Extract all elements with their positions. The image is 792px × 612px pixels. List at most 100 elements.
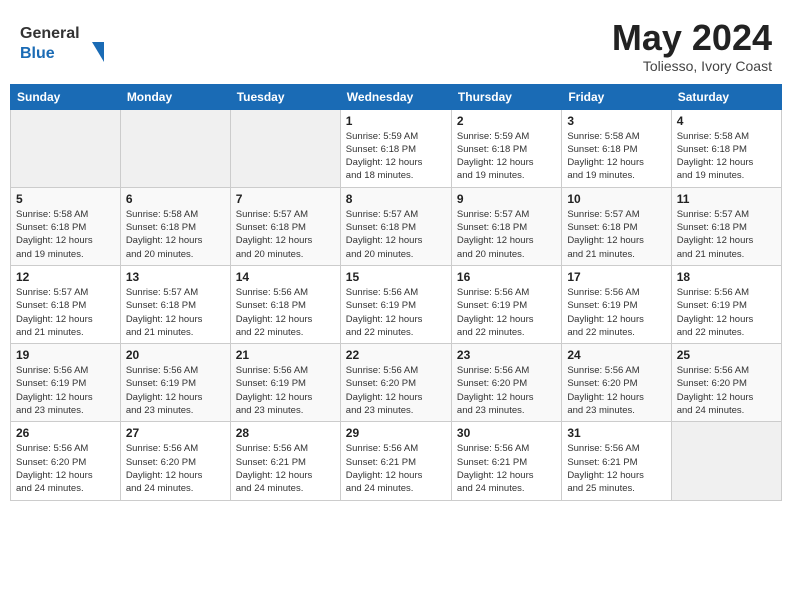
calendar-cell: 7 Sunrise: 5:57 AM Sunset: 6:18 PM Daylig… xyxy=(230,187,340,265)
day-number: 29 xyxy=(346,426,446,440)
weekday-header-sunday: Sunday xyxy=(11,84,121,109)
calendar-cell: 17Sunrise: 5:56 AM Sunset: 6:19 PM Dayli… xyxy=(562,265,671,343)
weekday-header-tuesday: Tuesday xyxy=(230,84,340,109)
day-number: 12 xyxy=(16,270,115,284)
day-info: Sunrise: 5:56 AM Sunset: 6:19 PM Dayligh… xyxy=(16,364,115,417)
day-number: 27 xyxy=(126,426,225,440)
day-info: Sunrise: 5:56 AM Sunset: 6:20 PM Dayligh… xyxy=(126,442,225,495)
day-info: Sunrise: 5:58 AM Sunset: 6:18 PM Dayligh… xyxy=(567,130,665,183)
calendar-week-3: 12 Sunrise: 5:57 AM Sunset: 6:18 PM Dayli… xyxy=(11,265,782,343)
day-info: Sunrise: 5:57 AM Sunset: 6:18 PM Dayligh… xyxy=(346,208,446,261)
day-number: 2 xyxy=(457,114,556,128)
day-number: 1 xyxy=(346,114,446,128)
calendar-cell: 18Sunrise: 5:56 AM Sunset: 6:19 PM Dayli… xyxy=(671,265,781,343)
day-info: Sunrise: 5:56 AM Sunset: 6:20 PM Dayligh… xyxy=(346,364,446,417)
title-section: May 2024 Toliesso, Ivory Coast xyxy=(612,18,772,74)
day-info: Sunrise: 5:56 AM Sunset: 6:19 PM Dayligh… xyxy=(126,364,225,417)
calendar-cell: 29 Sunrise: 5:56 AM Sunset: 6:21 PM Dayli… xyxy=(340,422,451,500)
day-info: Sunrise: 5:57 AM Sunset: 6:18 PM Dayligh… xyxy=(16,286,115,339)
day-info: Sunrise: 5:56 AM Sunset: 6:20 PM Dayligh… xyxy=(457,364,556,417)
calendar-cell: 12 Sunrise: 5:57 AM Sunset: 6:18 PM Dayli… xyxy=(11,265,121,343)
day-info: Sunrise: 5:56 AM Sunset: 6:19 PM Dayligh… xyxy=(457,286,556,339)
svg-text:General: General xyxy=(20,25,80,42)
calendar-cell: 10 Sunrise: 5:57 AM Sunset: 6:18 PM Dayli… xyxy=(562,187,671,265)
day-info: Sunrise: 5:56 AM Sunset: 6:19 PM Dayligh… xyxy=(236,364,335,417)
calendar-cell: 20Sunrise: 5:56 AM Sunset: 6:19 PM Dayli… xyxy=(120,344,230,422)
calendar-cell: 28Sunrise: 5:56 AM Sunset: 6:21 PM Dayli… xyxy=(230,422,340,500)
day-info: Sunrise: 5:56 AM Sunset: 6:18 PM Dayligh… xyxy=(236,286,335,339)
day-number: 25 xyxy=(677,348,776,362)
calendar-cell: 24Sunrise: 5:56 AM Sunset: 6:20 PM Dayli… xyxy=(562,344,671,422)
weekday-header-wednesday: Wednesday xyxy=(340,84,451,109)
calendar-cell: 13 Sunrise: 5:57 AM Sunset: 6:18 PM Dayli… xyxy=(120,265,230,343)
day-info: Sunrise: 5:56 AM Sunset: 6:20 PM Dayligh… xyxy=(677,364,776,417)
day-info: Sunrise: 5:57 AM Sunset: 6:18 PM Dayligh… xyxy=(236,208,335,261)
day-number: 30 xyxy=(457,426,556,440)
svg-text:Blue: Blue xyxy=(20,45,55,62)
calendar-week-5: 26 Sunrise: 5:56 AM Sunset: 6:20 PM Dayli… xyxy=(11,422,782,500)
day-info: Sunrise: 5:56 AM Sunset: 6:21 PM Dayligh… xyxy=(567,442,665,495)
weekday-header-monday: Monday xyxy=(120,84,230,109)
day-number: 31 xyxy=(567,426,665,440)
calendar-cell xyxy=(671,422,781,500)
day-info: Sunrise: 5:57 AM Sunset: 6:18 PM Dayligh… xyxy=(567,208,665,261)
calendar-location: Toliesso, Ivory Coast xyxy=(612,58,772,74)
logo-svg: General Blue xyxy=(20,18,110,63)
day-number: 5 xyxy=(16,192,115,206)
weekday-header-thursday: Thursday xyxy=(451,84,561,109)
day-info: Sunrise: 5:59 AM Sunset: 6:18 PM Dayligh… xyxy=(457,130,556,183)
day-number: 17 xyxy=(567,270,665,284)
calendar-cell xyxy=(11,109,121,187)
day-number: 15 xyxy=(346,270,446,284)
calendar-cell: 15 Sunrise: 5:56 AM Sunset: 6:19 PM Dayli… xyxy=(340,265,451,343)
calendar-cell: 8Sunrise: 5:57 AM Sunset: 6:18 PM Daylig… xyxy=(340,187,451,265)
weekday-header-saturday: Saturday xyxy=(671,84,781,109)
day-number: 6 xyxy=(126,192,225,206)
calendar-cell: 25 Sunrise: 5:56 AM Sunset: 6:20 PM Dayli… xyxy=(671,344,781,422)
day-info: Sunrise: 5:56 AM Sunset: 6:21 PM Dayligh… xyxy=(236,442,335,495)
day-info: Sunrise: 5:57 AM Sunset: 6:18 PM Dayligh… xyxy=(677,208,776,261)
day-number: 9 xyxy=(457,192,556,206)
day-number: 13 xyxy=(126,270,225,284)
day-info: Sunrise: 5:56 AM Sunset: 6:20 PM Dayligh… xyxy=(567,364,665,417)
calendar-cell: 31 Sunrise: 5:56 AM Sunset: 6:21 PM Dayli… xyxy=(562,422,671,500)
calendar-cell: 14 Sunrise: 5:56 AM Sunset: 6:18 PM Dayli… xyxy=(230,265,340,343)
logo: General Blue xyxy=(20,18,110,63)
calendar-title: May 2024 xyxy=(612,18,772,58)
day-number: 4 xyxy=(677,114,776,128)
calendar-cell: 6 Sunrise: 5:58 AM Sunset: 6:18 PM Daylig… xyxy=(120,187,230,265)
calendar-table: SundayMondayTuesdayWednesdayThursdayFrid… xyxy=(10,84,782,501)
calendar-cell: 2 Sunrise: 5:59 AM Sunset: 6:18 PM Daylig… xyxy=(451,109,561,187)
day-number: 10 xyxy=(567,192,665,206)
calendar-cell: 1Sunrise: 5:59 AM Sunset: 6:18 PM Daylig… xyxy=(340,109,451,187)
calendar-cell: 27 Sunrise: 5:56 AM Sunset: 6:20 PM Dayli… xyxy=(120,422,230,500)
day-info: Sunrise: 5:58 AM Sunset: 6:18 PM Dayligh… xyxy=(126,208,225,261)
day-info: Sunrise: 5:58 AM Sunset: 6:18 PM Dayligh… xyxy=(16,208,115,261)
day-number: 26 xyxy=(16,426,115,440)
day-info: Sunrise: 5:57 AM Sunset: 6:18 PM Dayligh… xyxy=(457,208,556,261)
day-info: Sunrise: 5:56 AM Sunset: 6:21 PM Dayligh… xyxy=(346,442,446,495)
calendar-cell xyxy=(120,109,230,187)
day-number: 22 xyxy=(346,348,446,362)
day-number: 11 xyxy=(677,192,776,206)
day-number: 21 xyxy=(236,348,335,362)
day-number: 23 xyxy=(457,348,556,362)
calendar-cell: 11 Sunrise: 5:57 AM Sunset: 6:18 PM Dayli… xyxy=(671,187,781,265)
calendar-week-2: 5 Sunrise: 5:58 AM Sunset: 6:18 PM Daylig… xyxy=(11,187,782,265)
page-header: General Blue May 2024 Toliesso, Ivory Co… xyxy=(10,10,782,78)
calendar-cell: 26Sunrise: 5:56 AM Sunset: 6:20 PM Dayli… xyxy=(11,422,121,500)
day-info: Sunrise: 5:56 AM Sunset: 6:19 PM Dayligh… xyxy=(346,286,446,339)
day-number: 3 xyxy=(567,114,665,128)
calendar-cell: 5 Sunrise: 5:58 AM Sunset: 6:18 PM Daylig… xyxy=(11,187,121,265)
calendar-cell: 22 Sunrise: 5:56 AM Sunset: 6:20 PM Dayli… xyxy=(340,344,451,422)
calendar-cell: 4 Sunrise: 5:58 AM Sunset: 6:18 PM Daylig… xyxy=(671,109,781,187)
day-number: 7 xyxy=(236,192,335,206)
day-info: Sunrise: 5:57 AM Sunset: 6:18 PM Dayligh… xyxy=(126,286,225,339)
calendar-cell: 3 Sunrise: 5:58 AM Sunset: 6:18 PM Daylig… xyxy=(562,109,671,187)
calendar-cell: 23 Sunrise: 5:56 AM Sunset: 6:20 PM Dayli… xyxy=(451,344,561,422)
weekday-header-friday: Friday xyxy=(562,84,671,109)
day-number: 14 xyxy=(236,270,335,284)
calendar-cell: 21 Sunrise: 5:56 AM Sunset: 6:19 PM Dayli… xyxy=(230,344,340,422)
calendar-week-4: 19Sunrise: 5:56 AM Sunset: 6:19 PM Dayli… xyxy=(11,344,782,422)
day-info: Sunrise: 5:58 AM Sunset: 6:18 PM Dayligh… xyxy=(677,130,776,183)
